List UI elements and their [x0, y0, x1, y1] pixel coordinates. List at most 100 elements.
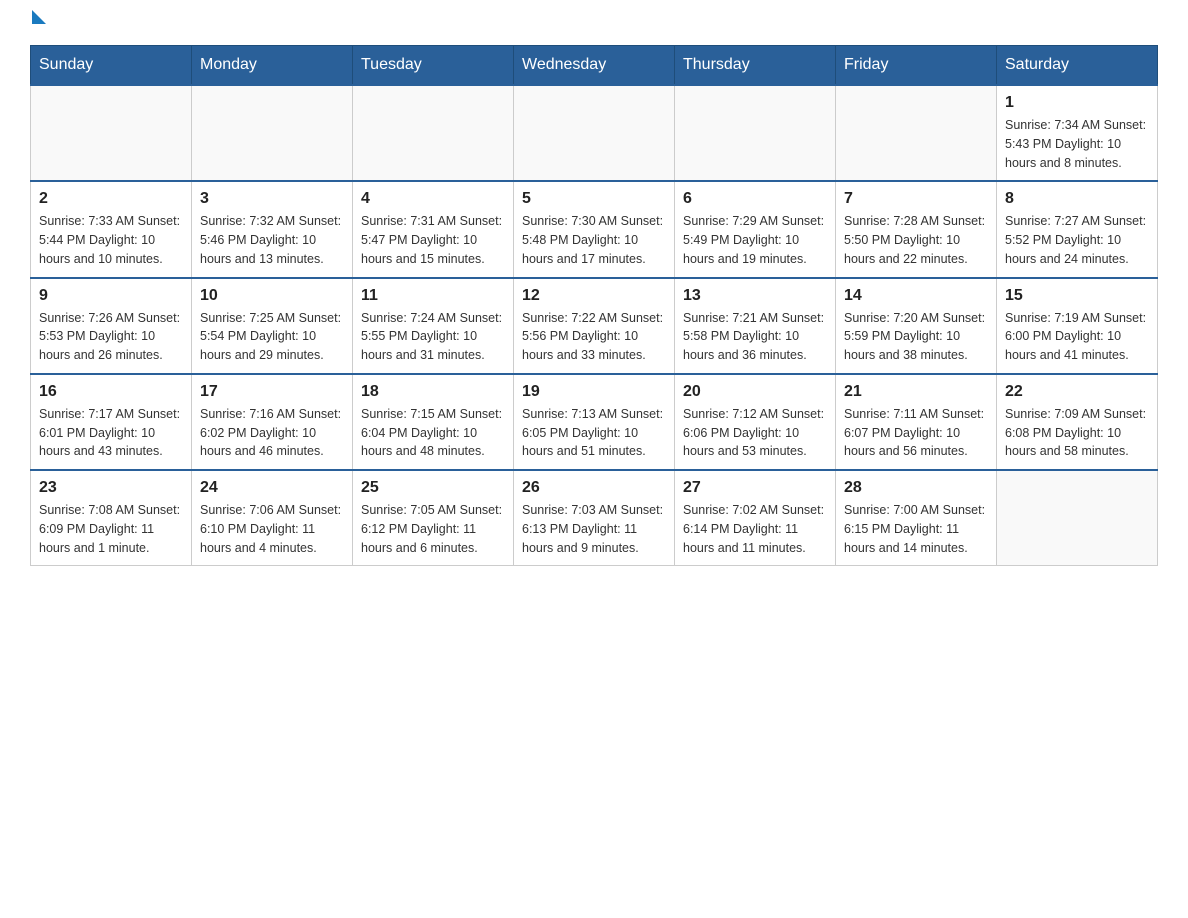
day-number: 6 [683, 190, 827, 208]
day-info: Sunrise: 7:06 AM Sunset: 6:10 PM Dayligh… [200, 501, 344, 557]
calendar-week-row: 16Sunrise: 7:17 AM Sunset: 6:01 PM Dayli… [31, 374, 1158, 470]
day-number: 17 [200, 383, 344, 401]
day-info: Sunrise: 7:13 AM Sunset: 6:05 PM Dayligh… [522, 405, 666, 461]
day-info: Sunrise: 7:03 AM Sunset: 6:13 PM Dayligh… [522, 501, 666, 557]
calendar-day-cell: 14 Sunrise: 7:20 AM Sunset: 5:59 PM Dayli… [836, 278, 997, 374]
day-info: Sunrise: 7:28 AM Sunset: 5:50 PM Dayligh… [844, 212, 988, 268]
day-info: Sunrise: 7:22 AM Sunset: 5:56 PM Dayligh… [522, 309, 666, 365]
calendar-day-cell: 22 Sunrise: 7:09 AM Sunset: 6:08 PM Dayli… [997, 374, 1158, 470]
calendar-day-cell: 23 Sunrise: 7:08 AM Sunset: 6:09 PM Dayli… [31, 470, 192, 566]
calendar-day-cell: 10 Sunrise: 7:25 AM Sunset: 5:54 PM Dayli… [192, 278, 353, 374]
day-info: Sunrise: 7:09 AM Sunset: 6:08 PM Dayligh… [1005, 405, 1149, 461]
day-number: 3 [200, 190, 344, 208]
calendar-day-cell: 16Sunrise: 7:17 AM Sunset: 6:01 PM Dayli… [31, 374, 192, 470]
day-of-week-header: Sunday [31, 46, 192, 86]
calendar-day-cell: 3 Sunrise: 7:32 AM Sunset: 5:46 PM Daylig… [192, 181, 353, 277]
calendar-day-cell: 8 Sunrise: 7:27 AM Sunset: 5:52 PM Daylig… [997, 181, 1158, 277]
day-number: 4 [361, 190, 505, 208]
day-number: 1 [1005, 94, 1149, 112]
calendar-day-cell: 2 Sunrise: 7:33 AM Sunset: 5:44 PM Daylig… [31, 181, 192, 277]
day-number: 11 [361, 287, 505, 305]
day-number: 15 [1005, 287, 1149, 305]
calendar-day-cell: 18 Sunrise: 7:15 AM Sunset: 6:04 PM Dayli… [353, 374, 514, 470]
day-number: 18 [361, 383, 505, 401]
day-info: Sunrise: 7:20 AM Sunset: 5:59 PM Dayligh… [844, 309, 988, 365]
day-info: Sunrise: 7:19 AM Sunset: 6:00 PM Dayligh… [1005, 309, 1149, 365]
day-info: Sunrise: 7:15 AM Sunset: 6:04 PM Dayligh… [361, 405, 505, 461]
calendar-day-cell: 17 Sunrise: 7:16 AM Sunset: 6:02 PM Dayli… [192, 374, 353, 470]
day-of-week-header: Monday [192, 46, 353, 86]
day-number: 22 [1005, 383, 1149, 401]
day-info: Sunrise: 7:26 AM Sunset: 5:53 PM Dayligh… [39, 309, 183, 365]
calendar-day-cell: 11 Sunrise: 7:24 AM Sunset: 5:55 PM Dayli… [353, 278, 514, 374]
day-number: 21 [844, 383, 988, 401]
calendar-day-cell [836, 85, 997, 181]
day-info: Sunrise: 7:27 AM Sunset: 5:52 PM Dayligh… [1005, 212, 1149, 268]
calendar-day-cell: 7 Sunrise: 7:28 AM Sunset: 5:50 PM Daylig… [836, 181, 997, 277]
page-header [30, 20, 1158, 25]
calendar-day-cell: 6 Sunrise: 7:29 AM Sunset: 5:49 PM Daylig… [675, 181, 836, 277]
day-number: 16 [39, 383, 183, 401]
calendar-day-cell: 26 Sunrise: 7:03 AM Sunset: 6:13 PM Dayli… [514, 470, 675, 566]
day-info: Sunrise: 7:00 AM Sunset: 6:15 PM Dayligh… [844, 501, 988, 557]
day-info: Sunrise: 7:34 AM Sunset: 5:43 PM Dayligh… [1005, 116, 1149, 172]
day-info: Sunrise: 7:32 AM Sunset: 5:46 PM Dayligh… [200, 212, 344, 268]
calendar-day-cell [31, 85, 192, 181]
day-info: Sunrise: 7:30 AM Sunset: 5:48 PM Dayligh… [522, 212, 666, 268]
day-info: Sunrise: 7:31 AM Sunset: 5:47 PM Dayligh… [361, 212, 505, 268]
day-number: 20 [683, 383, 827, 401]
day-info: Sunrise: 7:11 AM Sunset: 6:07 PM Dayligh… [844, 405, 988, 461]
day-of-week-header: Wednesday [514, 46, 675, 86]
day-number: 26 [522, 479, 666, 497]
day-info: Sunrise: 7:02 AM Sunset: 6:14 PM Dayligh… [683, 501, 827, 557]
day-info: Sunrise: 7:12 AM Sunset: 6:06 PM Dayligh… [683, 405, 827, 461]
calendar-day-cell: 15 Sunrise: 7:19 AM Sunset: 6:00 PM Dayli… [997, 278, 1158, 374]
day-number: 27 [683, 479, 827, 497]
day-info: Sunrise: 7:05 AM Sunset: 6:12 PM Dayligh… [361, 501, 505, 557]
calendar-day-cell: 24 Sunrise: 7:06 AM Sunset: 6:10 PM Dayli… [192, 470, 353, 566]
calendar-day-cell [192, 85, 353, 181]
calendar-day-cell [353, 85, 514, 181]
calendar-day-cell [997, 470, 1158, 566]
day-info: Sunrise: 7:16 AM Sunset: 6:02 PM Dayligh… [200, 405, 344, 461]
calendar-day-cell: 5Sunrise: 7:30 AM Sunset: 5:48 PM Daylig… [514, 181, 675, 277]
day-number: 24 [200, 479, 344, 497]
calendar-day-cell: 1 Sunrise: 7:34 AM Sunset: 5:43 PM Daylig… [997, 85, 1158, 181]
logo [30, 20, 46, 24]
calendar-day-cell [675, 85, 836, 181]
calendar-day-cell: 9Sunrise: 7:26 AM Sunset: 5:53 PM Daylig… [31, 278, 192, 374]
day-number: 19 [522, 383, 666, 401]
calendar-day-cell: 28Sunrise: 7:00 AM Sunset: 6:15 PM Dayli… [836, 470, 997, 566]
calendar-day-cell: 20 Sunrise: 7:12 AM Sunset: 6:06 PM Dayli… [675, 374, 836, 470]
day-number: 13 [683, 287, 827, 305]
day-number: 10 [200, 287, 344, 305]
day-info: Sunrise: 7:29 AM Sunset: 5:49 PM Dayligh… [683, 212, 827, 268]
calendar-day-cell: 12 Sunrise: 7:22 AM Sunset: 5:56 PM Dayli… [514, 278, 675, 374]
day-number: 14 [844, 287, 988, 305]
calendar-week-row: 23 Sunrise: 7:08 AM Sunset: 6:09 PM Dayli… [31, 470, 1158, 566]
day-of-week-header: Thursday [675, 46, 836, 86]
calendar-header-row: SundayMondayTuesdayWednesdayThursdayFrid… [31, 46, 1158, 86]
calendar-day-cell: 25 Sunrise: 7:05 AM Sunset: 6:12 PM Dayli… [353, 470, 514, 566]
day-number: 25 [361, 479, 505, 497]
calendar-day-cell: 4 Sunrise: 7:31 AM Sunset: 5:47 PM Daylig… [353, 181, 514, 277]
day-info: Sunrise: 7:33 AM Sunset: 5:44 PM Dayligh… [39, 212, 183, 268]
logo-triangle-icon [32, 10, 46, 24]
day-number: 8 [1005, 190, 1149, 208]
calendar-day-cell: 21 Sunrise: 7:11 AM Sunset: 6:07 PM Dayli… [836, 374, 997, 470]
calendar-table: SundayMondayTuesdayWednesdayThursdayFrid… [30, 45, 1158, 566]
day-info: Sunrise: 7:24 AM Sunset: 5:55 PM Dayligh… [361, 309, 505, 365]
day-info: Sunrise: 7:21 AM Sunset: 5:58 PM Dayligh… [683, 309, 827, 365]
calendar-day-cell: 13 Sunrise: 7:21 AM Sunset: 5:58 PM Dayli… [675, 278, 836, 374]
calendar-day-cell: 27 Sunrise: 7:02 AM Sunset: 6:14 PM Dayli… [675, 470, 836, 566]
calendar-day-cell [514, 85, 675, 181]
day-number: 12 [522, 287, 666, 305]
day-number: 7 [844, 190, 988, 208]
day-number: 2 [39, 190, 183, 208]
day-info: Sunrise: 7:25 AM Sunset: 5:54 PM Dayligh… [200, 309, 344, 365]
day-of-week-header: Tuesday [353, 46, 514, 86]
calendar-day-cell: 19 Sunrise: 7:13 AM Sunset: 6:05 PM Dayli… [514, 374, 675, 470]
day-number: 23 [39, 479, 183, 497]
day-of-week-header: Friday [836, 46, 997, 86]
day-info: Sunrise: 7:08 AM Sunset: 6:09 PM Dayligh… [39, 501, 183, 557]
